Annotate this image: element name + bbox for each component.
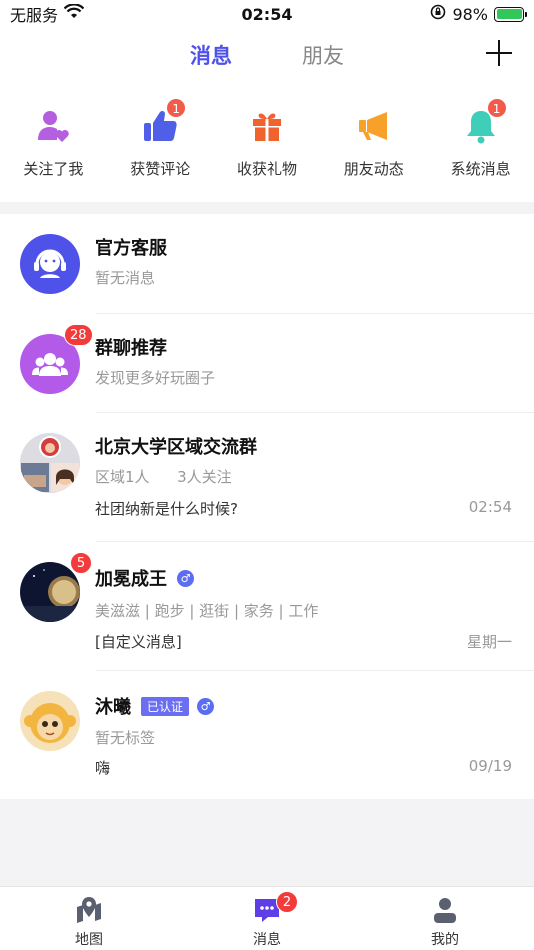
status-bar: 无服务 02:54 98% [0, 0, 534, 28]
last-message: 嗨 [95, 759, 111, 777]
top-header: 消息 朋友 [0, 28, 534, 84]
male-icon: ♂ [177, 569, 194, 587]
group-collage-avatar [20, 433, 80, 493]
quick-categories: 关注了我 1 获赞评论 收获礼物 朋友动态 1 系统消息 [0, 84, 534, 202]
support-avatar [20, 234, 80, 294]
user-avatar [20, 562, 80, 622]
likes-badge: 1 [166, 98, 187, 118]
quick-item-followers[interactable]: 关注了我 [0, 84, 107, 202]
male-icon: ♂ [197, 697, 215, 715]
user-avatar [20, 691, 80, 751]
last-message: [自定义消息] [95, 633, 182, 651]
thumbs-up-icon: 1 [140, 98, 187, 146]
messages-badge: 2 [276, 891, 298, 913]
unread-badge: 28 [64, 324, 93, 346]
bell-icon: 1 [461, 98, 507, 146]
collage-image [20, 433, 80, 493]
conversation-title: 加冕成王 ♂ [95, 565, 194, 591]
unread-badge: 5 [70, 552, 92, 574]
conversation-subtitle: 区域1人 3人关注 [95, 466, 232, 487]
nav-map[interactable]: 地图 [0, 887, 178, 950]
conversation-title: 北京大学区域交流群 [95, 433, 257, 459]
battery-icon [494, 6, 527, 22]
map-pin-icon [74, 895, 104, 925]
tab-friends[interactable]: 朋友 [302, 40, 344, 70]
quick-item-label: 系统消息 [450, 160, 511, 178]
add-icon[interactable] [486, 40, 512, 66]
follow-count: 3人关注 [177, 468, 232, 486]
last-message: 社团纳新是什么时候? [95, 500, 238, 518]
title-text: 北京大学区域交流群 [95, 437, 257, 458]
system-badge: 1 [486, 98, 507, 118]
message-time: 星期一 [466, 633, 512, 651]
tab-messages[interactable]: 消息 [190, 40, 232, 70]
nav-messages[interactable]: 2 消息 [178, 887, 356, 950]
verified-badge: 已认证 [141, 696, 190, 716]
quick-item-label: 关注了我 [23, 160, 84, 178]
nav-profile[interactable]: 我的 [356, 887, 534, 950]
message-time: 09/19 [468, 757, 512, 775]
title-text: 群聊推荐 [95, 338, 167, 359]
bottom-nav: 地图 2 消息 我的 [0, 886, 534, 950]
night-photo [20, 562, 80, 622]
gift-icon [247, 106, 287, 146]
quick-item-label: 收获礼物 [236, 160, 297, 178]
nav-label: 消息 [253, 932, 281, 948]
conversation-row-group-recommend[interactable]: 28 群聊推荐 发现更多好玩圈子 [0, 314, 534, 413]
orientation-lock-icon [430, 4, 446, 24]
cartoon-avatar [20, 691, 80, 751]
conversation-row-muxi[interactable]: 沐曦 已认证 ♂ 暂无标签 嗨 09/19 [0, 671, 534, 799]
conversation-subtitle: 暂无标签 [95, 729, 156, 747]
person-icon [430, 895, 460, 925]
quick-item-system[interactable]: 1 系统消息 [427, 84, 534, 202]
battery-percent: 98% [452, 4, 488, 24]
conversation-list: 官方客服 暂无消息 28 群聊推荐 发现更多好玩圈子 北京大学区域交流群 区域1… [0, 214, 534, 799]
conversation-title: 官方客服 [95, 234, 167, 260]
megaphone-icon [354, 106, 394, 146]
wifi-icon [63, 3, 85, 24]
conversation-subtitle: 美滋滋 | 跑步 | 逛街 | 家务 | 工作 [95, 602, 319, 620]
conversation-title: 沐曦 已认证 ♂ [95, 693, 215, 719]
user-heart-icon [33, 106, 73, 146]
title-text: 加冕成王 [95, 569, 167, 590]
conversation-row-support[interactable]: 官方客服 暂无消息 [0, 214, 534, 314]
conversation-row-pku-group[interactable]: 北京大学区域交流群 区域1人 3人关注 社团纳新是什么时候? 02:54 [0, 413, 534, 542]
title-text: 官方客服 [95, 238, 167, 259]
region-count: 区域1人 [95, 468, 150, 486]
conversation-subtitle: 发现更多好玩圈子 [95, 369, 216, 387]
nav-label: 我的 [431, 932, 459, 948]
quick-item-label: 获赞评论 [130, 160, 191, 178]
title-text: 沐曦 [95, 697, 131, 718]
quick-item-gifts[interactable]: 收获礼物 [214, 84, 321, 202]
conversation-subtitle: 暂无消息 [95, 269, 156, 287]
carrier-label: 无服务 [10, 6, 59, 25]
quick-item-likes[interactable]: 1 获赞评论 [107, 84, 214, 202]
nav-label: 地图 [75, 932, 103, 948]
quick-item-label: 朋友动态 [343, 160, 404, 178]
message-time: 02:54 [468, 498, 512, 516]
headset-icon [34, 249, 66, 278]
conversation-title: 群聊推荐 [95, 334, 167, 360]
conversation-row-jiamian[interactable]: 5 加冕成王 ♂ 美滋滋 | 跑步 | 逛街 | 家务 | 工作 [自定义消息]… [0, 542, 534, 671]
quick-item-friend-feed[interactable]: 朋友动态 [320, 84, 427, 202]
